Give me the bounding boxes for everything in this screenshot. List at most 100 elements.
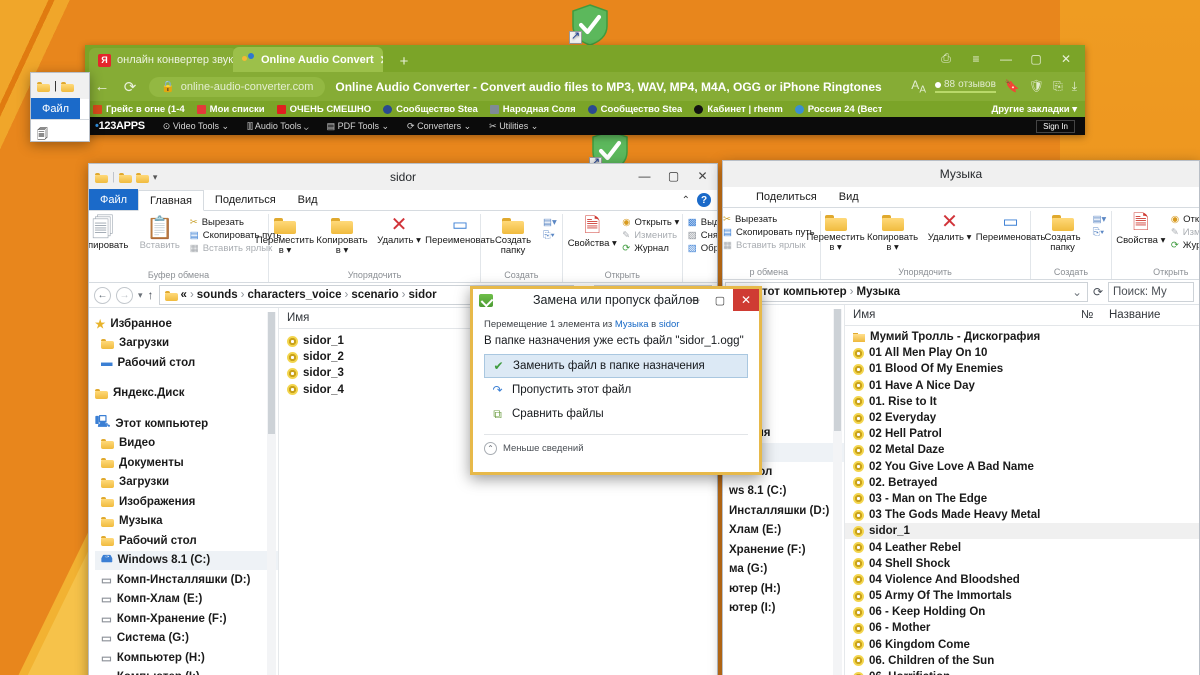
sidebar-item-drive-d[interactable]: Инсталляшки (D:) (723, 501, 844, 521)
breadcrumb-overflow[interactable]: « (181, 289, 187, 301)
table-row[interactable]: 01 Blood Of My Enemies (845, 361, 1199, 377)
tab-file[interactable]: Файл (89, 189, 139, 210)
sidebar-item-favorites[interactable]: ★ Избранное (95, 314, 278, 334)
tab-share[interactable]: Поделиться (204, 189, 287, 210)
sidebar-item-drive-g[interactable]: ма (G:) (723, 560, 844, 580)
open-button[interactable]: ◉ Открыть ▾ (1171, 214, 1199, 225)
table-row[interactable]: 05 Army Of The Immortals (845, 588, 1199, 604)
open-button[interactable]: ◉ Открыть ▾ (622, 217, 679, 228)
bookmark-item[interactable]: Россия 24 (Вест (794, 104, 882, 115)
table-row[interactable]: 02 Everyday (845, 410, 1199, 426)
menu-icon[interactable]: ≡ (961, 47, 991, 70)
breadcrumb-item-scenario[interactable]: scenario (351, 289, 398, 301)
sidebar-item-desktop[interactable]: ▬ Рабочий стол (95, 353, 278, 373)
table-row[interactable]: 02. Betrayed (845, 475, 1199, 491)
table-row[interactable]: 02 You Give Love A Bad Name (845, 459, 1199, 475)
cut-button[interactable]: ✂ Вырезать (723, 214, 815, 225)
forward-button[interactable]: → (116, 286, 133, 304)
sidebar-item-drive-f[interactable]: Хранение (F:) (723, 540, 844, 560)
translate-icon[interactable]: AA (911, 78, 926, 95)
split-icon[interactable]: ⎘ (1053, 79, 1063, 94)
sidebar-item-drive-i[interactable]: ▭ Компьютер (I:) (95, 668, 278, 675)
copy-to-button[interactable]: Копировать в ▾ (315, 214, 369, 256)
bookmark-item[interactable]: Сообщество Stea (383, 104, 478, 115)
easy-access-button[interactable]: ⎘▾ (1093, 227, 1107, 238)
new-item-button[interactable]: ▤▾ (543, 217, 557, 228)
table-row[interactable]: 02 Metal Daze (845, 442, 1199, 458)
new-folder-button[interactable]: Создать папку (1036, 211, 1090, 253)
properties-button[interactable]: 🗎 Свойства ▾ (565, 214, 619, 249)
select-all-button[interactable]: ▩ Выделить все (688, 217, 717, 228)
close-button[interactable]: ✕ (688, 164, 717, 188)
sidebar-item-drive-e[interactable]: Хлам (E:) (723, 521, 844, 541)
select-none-button[interactable]: ▨ Снять выделение (688, 230, 717, 241)
sidebar-item-desktop-2[interactable]: Рабочий стол (95, 531, 278, 551)
back-button[interactable]: ← (94, 286, 111, 304)
copy-button[interactable]: 🗐 Копировать (89, 214, 130, 251)
edit-button[interactable]: ✎ Изменить (1171, 227, 1199, 238)
sidebar-item-drive-i[interactable]: ютер (I:) (723, 599, 844, 619)
close-button[interactable]: ✕ (1051, 47, 1081, 70)
explorer-window-music[interactable]: Музыка Поделиться Вид ✂ Вырезать ▤ Скопи… (722, 160, 1200, 675)
breadcrumb-item-sounds[interactable]: sounds (197, 289, 238, 301)
history-button[interactable]: ⟳ Журнал (622, 243, 679, 254)
move-to-button[interactable]: Переместить в ▾ (256, 214, 314, 256)
tab-home[interactable]: Главная (138, 190, 204, 211)
delete-button[interactable]: ✕ Удалить ▾ (372, 214, 426, 246)
new-tab-button[interactable]: + (391, 52, 417, 71)
table-row[interactable]: sidor_1 (845, 523, 1199, 540)
new-folder-button[interactable]: Создать папку (486, 214, 540, 256)
tab-file[interactable]: Файл (31, 98, 81, 119)
browser-tab-1[interactable]: Я онлайн конвертер звук (89, 48, 237, 72)
file-conflict-dialog[interactable]: Замена или пропуск файлов — ▢ ✕ Перемеще… (470, 286, 762, 475)
dialog-option-skip[interactable]: ↷ Пропустить этот файл (484, 378, 748, 402)
reload-icon[interactable]: ⟳ (121, 78, 139, 96)
adguard-icon[interactable]: 🛡 (1029, 79, 1044, 93)
tab-home[interactable]: Главная (80, 98, 89, 119)
sidebar-item-drive-h[interactable]: ▭ Компьютер (H:) (95, 648, 278, 668)
dialog-option-compare[interactable]: ⧉ Сравнить файлы (484, 402, 748, 426)
search-input[interactable]: Поиск: Му (1108, 282, 1194, 302)
properties-button[interactable]: 🗎 Свойства ▾ (1114, 211, 1168, 246)
bookmark-item[interactable]: ОЧЕНЬ СМЕШНО (276, 104, 371, 115)
download-icon[interactable]: ⤓ (1072, 79, 1077, 94)
table-row[interactable]: 06 - Mother (845, 620, 1199, 636)
sidebar-item-windows-c[interactable]: 🖴 Windows 8.1 (C:) (95, 550, 278, 570)
paste-button[interactable]: 📋 Вставить (133, 214, 187, 251)
tab-share[interactable]: Поделиться (745, 186, 828, 207)
sidebar-item-drive-g[interactable]: ▭ Система (G:) (95, 629, 278, 649)
tab-view[interactable]: Вид (828, 186, 870, 207)
paste-shortcut-button[interactable]: ▦ Вставить ярлык (723, 240, 815, 251)
table-row[interactable]: 06 Kingdom Come (845, 637, 1199, 653)
new-folder-icon[interactable] (60, 81, 74, 92)
sidebar-item-drive-d[interactable]: ▭ Комп-Инсталляшки (D:) (95, 570, 278, 590)
table-row[interactable]: 06. Horrifiction (845, 669, 1199, 675)
table-row[interactable]: 02 Hell Patrol (845, 426, 1199, 442)
sidebar-item-drive-f[interactable]: ▭ Комп-Хранение (F:) (95, 609, 278, 629)
edit-button[interactable]: ✎ Изменить (622, 230, 679, 241)
table-row[interactable]: 03 - Man on The Edge (845, 491, 1199, 507)
bookmark-item[interactable]: Грейс в огне (1-4 (93, 104, 185, 115)
breadcrumb[interactable]: › Этот компьютер › Музыка ⌄ (725, 282, 1088, 302)
close-icon[interactable]: ✕ (380, 53, 383, 67)
easy-access-button[interactable]: ⎘▾ (543, 230, 557, 241)
breadcrumb-item-characters-voice[interactable]: characters_voice (248, 289, 342, 301)
sign-in-button[interactable]: Sign In (1036, 119, 1075, 133)
copy-path-button[interactable]: ▤ Скопировать путь (723, 227, 815, 238)
back-icon[interactable]: ← (93, 78, 111, 95)
site-nav-item-pdf[interactable]: ▤ PDF Tools ⌄ (327, 121, 389, 132)
reviews-badge[interactable]: 88 отзывов (934, 79, 996, 94)
breadcrumb-item-music[interactable]: Музыка (857, 286, 901, 298)
column-header-title[interactable]: Название (1109, 309, 1199, 321)
sidebar-item-this-pc[interactable]: 🖳 Этот компьютер (95, 414, 278, 434)
sidebar-item-downloads-2[interactable]: Загрузки (95, 473, 278, 493)
breadcrumb-item-this-pc[interactable]: Этот компьютер (754, 286, 847, 298)
invert-selection-button[interactable]: ▧ Обратить выделение (688, 243, 717, 254)
column-header-number[interactable]: № (1081, 309, 1109, 321)
sidebar-item-drive-h[interactable]: ютер (H:) (723, 579, 844, 599)
history-button[interactable]: ⟳ Журнал (1171, 240, 1199, 251)
delete-button[interactable]: ✕ Удалить ▾ (923, 211, 977, 243)
move-to-button[interactable]: Переместить в ▾ (806, 211, 865, 253)
table-row[interactable]: 01. Rise to It (845, 394, 1199, 410)
sidebar-item-downloads[interactable]: Загрузки (95, 334, 278, 354)
